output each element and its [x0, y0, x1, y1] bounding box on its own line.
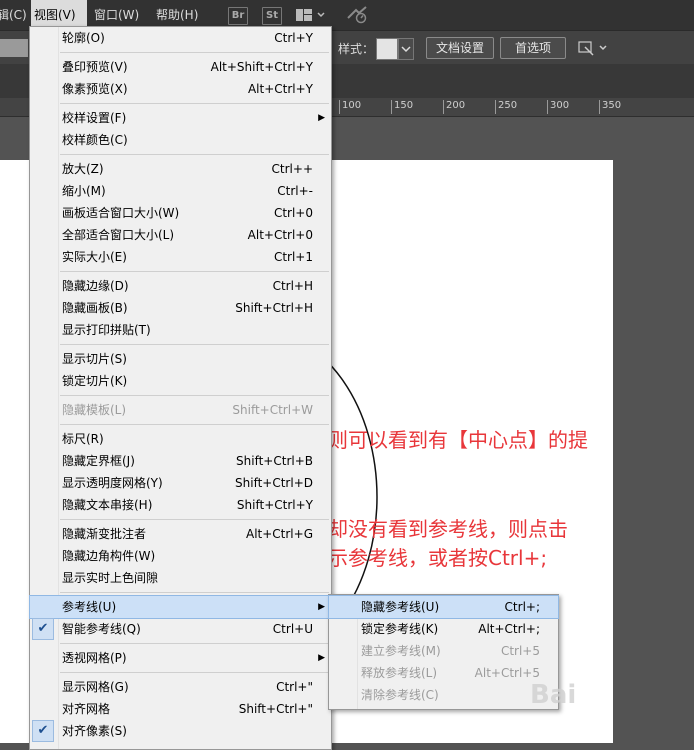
menu-item-perspective-grid[interactable]: 透视网格(P) ▶ — [30, 647, 331, 669]
ruler-tick — [391, 100, 392, 114]
menu-item-snap-to-grid[interactable]: 对齐网格 Shift+Ctrl+" — [30, 698, 331, 720]
checkmark-icon: ✔ — [32, 720, 54, 742]
menu-separator — [60, 672, 329, 673]
menu-separator — [60, 103, 329, 104]
workspace-layout-icon[interactable] — [296, 8, 326, 25]
ruler-tick — [443, 100, 444, 114]
menu-item-show-print-tiling[interactable]: 显示打印拼贴(T) — [30, 319, 331, 341]
menu-separator — [60, 344, 329, 345]
menu-separator — [60, 592, 329, 593]
menu-item-hide-corner-widget[interactable]: 隐藏边角构件(W) — [30, 545, 331, 567]
control-swatch[interactable] — [0, 39, 28, 57]
ruler-label: 200 — [446, 100, 466, 111]
menu-item-lock-slices[interactable]: 锁定切片(K) — [30, 370, 331, 392]
menu-separator — [60, 519, 329, 520]
menu-item-lock-guides[interactable]: 锁定参考线(K) Alt+Ctrl+; — [329, 618, 558, 640]
style-label: 样式： — [338, 42, 375, 56]
menu-item-hide-bounding-box[interactable]: 隐藏定界框(J) Shift+Ctrl+B — [30, 450, 331, 472]
menu-item-hide-guides[interactable]: 隐藏参考线(U) Ctrl+; — [328, 595, 559, 619]
ruler-tick — [599, 100, 600, 114]
style-dropdown-arrow[interactable] — [398, 38, 414, 60]
submenu-arrow-icon: ▶ — [318, 113, 325, 123]
menu-item-hide-gradient-annotator[interactable]: 隐藏渐变批注者 Alt+Ctrl+G — [30, 523, 331, 545]
menu-item-clear-guides: 清除参考线(C) — [361, 688, 439, 702]
menu-item-hide-template: 隐藏模板(L) Shift+Ctrl+W — [62, 403, 313, 417]
menu-item-fit-all[interactable]: 全部适合窗口大小(L) Alt+Ctrl+0 — [30, 224, 331, 246]
ruler-label: 300 — [550, 100, 570, 111]
gpu-performance-icon[interactable] — [346, 6, 370, 27]
menu-item-hide-edges[interactable]: 隐藏边缘(D) Ctrl+H — [30, 275, 331, 297]
watermark-logo: Bai — [530, 680, 577, 710]
menu-item-snap-to-pixel[interactable]: ✔ 对齐像素(S) — [30, 720, 331, 742]
bridge-icon[interactable]: Br — [228, 7, 248, 25]
menu-item-actual-size[interactable]: 实际大小(E) Ctrl+1 — [30, 246, 331, 268]
ruler-label: 350 — [602, 100, 622, 111]
ruler-label: 150 — [394, 100, 414, 111]
menu-separator — [60, 271, 329, 272]
menu-separator — [60, 643, 329, 644]
preferences-button[interactable]: 首选项 — [500, 37, 566, 59]
style-swatch[interactable] — [376, 38, 398, 60]
menu-item-proof-setup[interactable]: 校样设置(F) ▶ — [30, 107, 331, 129]
menu-item-show-live-paint-gaps[interactable]: 显示实时上色间隙 — [30, 567, 331, 589]
menu-edit[interactable]: 辑(C) — [0, 0, 30, 30]
menu-item-show-transparency-grid[interactable]: 显示透明度网格(Y) Shift+Ctrl+D — [30, 472, 331, 494]
view-menu: 轮廓(O) Ctrl+Y 叠印预览(V) Alt+Shift+Ctrl+Y 像素预览… — [29, 26, 332, 750]
menu-item-release-guides: 释放参考线(L) Alt+Ctrl+5 — [361, 666, 540, 680]
ruler-tick — [547, 100, 548, 114]
menu-item-rulers[interactable]: 标尺(R) — [30, 428, 331, 450]
stock-icon[interactable]: St — [262, 7, 282, 25]
chevron-down-icon — [401, 46, 411, 53]
menu-item-pixel-preview[interactable]: 像素预览(X) Alt+Ctrl+Y — [30, 78, 331, 100]
menu-separator — [60, 395, 329, 396]
ruler-label: 250 — [498, 100, 518, 111]
ruler-label: 100 — [342, 100, 362, 111]
menu-item-fit-artboard[interactable]: 画板适合窗口大小(W) Ctrl+0 — [30, 202, 331, 224]
menu-item-outline[interactable]: 轮廓(O) Ctrl+Y — [30, 27, 331, 49]
checkmark-icon: ✔ — [32, 618, 54, 640]
guides-submenu: 隐藏参考线(U) Ctrl+; 锁定参考线(K) Alt+Ctrl+; 建立参考线(… — [328, 594, 559, 710]
ruler-tick — [339, 100, 340, 114]
menu-separator — [60, 154, 329, 155]
menu-item-show-slices[interactable]: 显示切片(S) — [30, 348, 331, 370]
menu-item-hide-artboards[interactable]: 隐藏画板(B) Shift+Ctrl+H — [30, 297, 331, 319]
arrange-documents-icon[interactable] — [576, 38, 610, 61]
menu-item-zoom-in[interactable]: 放大(Z) Ctrl++ — [30, 158, 331, 180]
menu-item-make-guides: 建立参考线(M) Ctrl+5 — [361, 644, 540, 658]
menu-item-guides[interactable]: 参考线(U) ▶ — [29, 595, 332, 619]
menu-separator — [60, 424, 329, 425]
menu-item-show-grid[interactable]: 显示网格(G) Ctrl+" — [30, 676, 331, 698]
submenu-arrow-icon: ▶ — [318, 602, 325, 612]
menu-item-zoom-out[interactable]: 缩小(M) Ctrl+- — [30, 180, 331, 202]
menu-separator — [60, 52, 329, 53]
menu-item-smart-guides[interactable]: ✔ 智能参考线(Q) Ctrl+U — [30, 618, 331, 640]
menu-item-proof-colors[interactable]: 校样颜色(C) — [30, 129, 331, 151]
menu-item-overprint-preview[interactable]: 叠印预览(V) Alt+Shift+Ctrl+Y — [30, 56, 331, 78]
document-setup-button[interactable]: 文档设置 — [426, 37, 494, 59]
ruler-tick — [495, 100, 496, 114]
menu-item-hide-text-threads[interactable]: 隐藏文本串接(H) Shift+Ctrl+Y — [30, 494, 331, 516]
submenu-arrow-icon: ▶ — [318, 653, 325, 663]
